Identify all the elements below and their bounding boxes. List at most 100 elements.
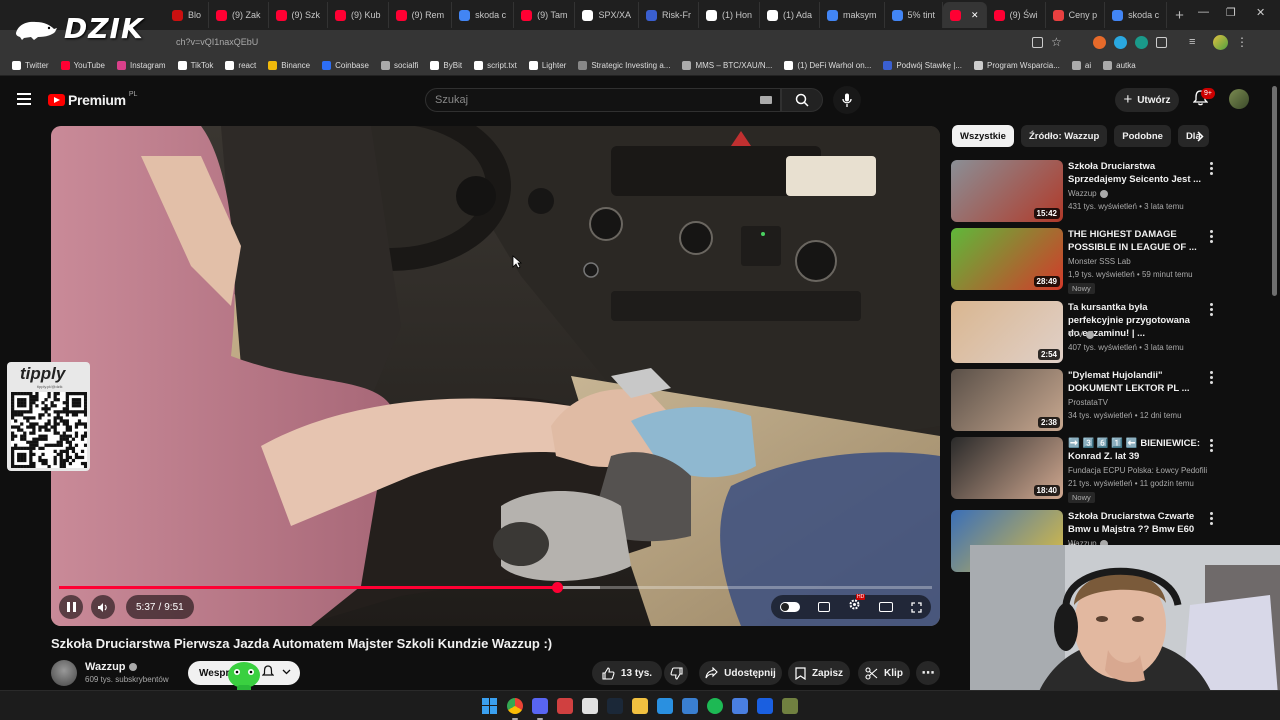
- bookmark-item[interactable]: Lighter: [523, 61, 572, 70]
- theater-mode-icon[interactable]: [879, 602, 893, 612]
- chevron-down-icon[interactable]: [282, 669, 291, 675]
- video-channel-name[interactable]: Wazzup: [1068, 189, 1097, 198]
- browser-tab[interactable]: skoda c: [1105, 2, 1168, 28]
- save-button[interactable]: Zapisz: [788, 661, 850, 685]
- recommended-video[interactable]: 2:38 "Dylemat Hujolandii" DOKUMENT LEKTOR…: [951, 369, 1214, 431]
- browser-tab[interactable]: maksym: [820, 2, 885, 28]
- browser-tab[interactable]: (9) Rem: [389, 2, 453, 28]
- more-vertical-icon[interactable]: [1210, 371, 1214, 386]
- taskbar-app-13-icon[interactable]: [782, 697, 798, 714]
- youtube-logo[interactable]: Premium PL: [48, 91, 137, 108]
- pause-button[interactable]: [59, 595, 83, 619]
- taskbar-chrome-icon[interactable]: [507, 697, 523, 720]
- video-title-link[interactable]: THE HIGHEST DAMAGE POSSIBLE IN LEAGUE OF…: [1068, 228, 1203, 254]
- share-button[interactable]: Udostępnij: [699, 661, 782, 685]
- extensions-puzzle-icon[interactable]: [1156, 37, 1167, 48]
- url-text[interactable]: ch?v=vQI1naxQEbU: [176, 37, 258, 47]
- bookmark-item[interactable]: Binance: [262, 61, 316, 70]
- browser-tab[interactable]: (1) Ada: [760, 2, 821, 28]
- bookmark-item[interactable]: ai: [1066, 61, 1097, 70]
- recommended-video[interactable]: 28:49 THE HIGHEST DAMAGE POSSIBLE IN LEAG…: [951, 228, 1214, 294]
- taskbar-app-5-icon[interactable]: [582, 697, 598, 714]
- subtitles-icon[interactable]: [818, 602, 830, 612]
- taskbar-app-8-icon[interactable]: [657, 697, 673, 714]
- extension-blue-icon[interactable]: [1114, 36, 1127, 49]
- bookmark-item[interactable]: MMS – BTC/XAU/N...: [676, 61, 778, 70]
- scrubber-handle[interactable]: [551, 582, 563, 593]
- bookmark-star-icon[interactable]: ☆: [1051, 35, 1067, 51]
- browser-tab[interactable]: 5% tint: [885, 2, 944, 28]
- menu-icon[interactable]: [17, 93, 31, 105]
- like-button[interactable]: 13 tys.: [592, 661, 662, 685]
- browser-tab[interactable]: (9) Świ: [987, 2, 1046, 28]
- subscription-bell-icon[interactable]: [262, 665, 274, 679]
- bookmark-item[interactable]: YouTube: [55, 61, 111, 70]
- browser-tab[interactable]: SPX/XA: [575, 2, 639, 28]
- bookmark-item[interactable]: TikTok: [172, 61, 220, 70]
- browser-tab[interactable]: (9) Zak: [209, 2, 269, 28]
- fullscreen-icon[interactable]: [911, 601, 922, 613]
- filter-chip[interactable]: Dla: [1177, 125, 1209, 147]
- more-vertical-icon[interactable]: [1210, 303, 1214, 318]
- browser-tab[interactable]: Risk-Fr: [639, 2, 699, 28]
- create-button[interactable]: + Utwórz: [1115, 88, 1179, 112]
- recommended-video[interactable]: 2:54 Ta kursantka była perfekcyjnie przyg…: [951, 301, 1214, 363]
- maximize-icon[interactable]: ❐: [1226, 6, 1236, 19]
- autoplay-toggle[interactable]: [780, 602, 800, 612]
- recommended-video[interactable]: 15:42 Szkoła Druciarstwa Sprzedajemy Seic…: [951, 160, 1214, 222]
- channel-name-wrap[interactable]: Wazzup: [85, 661, 137, 673]
- taskbar-spotify-icon[interactable]: [707, 697, 723, 714]
- video-thumbnail[interactable]: 18:40: [951, 437, 1063, 499]
- install-icon[interactable]: [1032, 37, 1043, 48]
- channel-avatar[interactable]: [51, 660, 77, 686]
- browser-tab[interactable]: Blo: [165, 2, 210, 28]
- video-thumbnail[interactable]: 15:42: [951, 160, 1063, 222]
- browser-tab[interactable]: (1) Hon: [699, 2, 760, 28]
- bookmark-item[interactable]: script.txt: [468, 61, 523, 70]
- bookmark-item[interactable]: ByBit: [424, 61, 468, 70]
- more-vertical-icon[interactable]: [1210, 162, 1214, 177]
- browser-tab[interactable]: (9) Szk: [269, 2, 329, 28]
- bookmark-item[interactable]: Podwój Stawkę |...: [877, 61, 968, 70]
- page-scrollbar[interactable]: [1272, 86, 1277, 296]
- extension-fox-icon[interactable]: [1093, 36, 1106, 49]
- bookmark-item[interactable]: Program Wsparcia...: [968, 61, 1066, 70]
- extension-translate-icon[interactable]: [1135, 36, 1148, 49]
- video-channel-name[interactable]: TTV: [1068, 330, 1083, 339]
- recommended-video[interactable]: 18:40 ➡️ 3️⃣ 6️⃣ 1️⃣ ⬅️ BIENIEWICE: Konra…: [951, 437, 1214, 503]
- video-channel[interactable]: Wazzup: [1068, 189, 1108, 198]
- chevron-right-icon[interactable]: [1196, 131, 1204, 142]
- tab-close-icon[interactable]: ✕: [971, 10, 979, 21]
- browser-tab[interactable]: (9) Tam: [514, 2, 576, 28]
- video-title-link[interactable]: ➡️ 3️⃣ 6️⃣ 1️⃣ ⬅️ BIENIEWICE: Konrad Z. …: [1068, 437, 1203, 463]
- minimize-icon[interactable]: —: [1198, 6, 1209, 18]
- video-channel-name[interactable]: ProstataTV: [1068, 398, 1108, 407]
- channel-name[interactable]: Wazzup: [85, 661, 126, 673]
- filter-chip[interactable]: Źródło: Wazzup: [1020, 125, 1108, 147]
- taskbar-file-explorer-icon[interactable]: [632, 697, 648, 714]
- video-thumbnail[interactable]: 2:38: [951, 369, 1063, 431]
- new-tab-button[interactable]: +: [1167, 2, 1192, 28]
- taskbar-app-12-icon[interactable]: [757, 697, 773, 714]
- settings-gear-icon[interactable]: HD: [848, 594, 866, 616]
- search-input[interactable]: [426, 89, 746, 111]
- browser-tab[interactable]: skoda c: [452, 2, 515, 28]
- bookmark-item[interactable]: (1) DeFi Warhol on...: [778, 61, 877, 70]
- bookmark-item[interactable]: socialfi: [375, 61, 424, 70]
- dislike-button[interactable]: [664, 661, 688, 685]
- video-channel[interactable]: ProstataTV: [1068, 398, 1108, 407]
- clip-button[interactable]: Klip: [858, 661, 910, 685]
- address-bar[interactable]: ch?v=vQI1naxQEbU ☆ ≡ ⋮: [0, 30, 1280, 56]
- taskbar-app-9-icon[interactable]: [682, 697, 698, 714]
- profile-avatar[interactable]: [1213, 35, 1228, 50]
- filter-chip[interactable]: Wszystkie: [952, 125, 1014, 147]
- bookmark-item[interactable]: Instagram: [111, 61, 172, 70]
- more-vertical-icon[interactable]: [1210, 439, 1214, 454]
- taskbar-steam-icon[interactable]: [607, 697, 623, 714]
- volume-button[interactable]: [91, 595, 115, 619]
- bookmark-item[interactable]: Coinbase: [316, 61, 375, 70]
- taskbar-app-4-icon[interactable]: [557, 697, 573, 714]
- video-channel[interactable]: Monster SSS Lab: [1068, 257, 1131, 266]
- more-vertical-icon[interactable]: [1210, 230, 1214, 245]
- account-avatar[interactable]: [1229, 89, 1249, 109]
